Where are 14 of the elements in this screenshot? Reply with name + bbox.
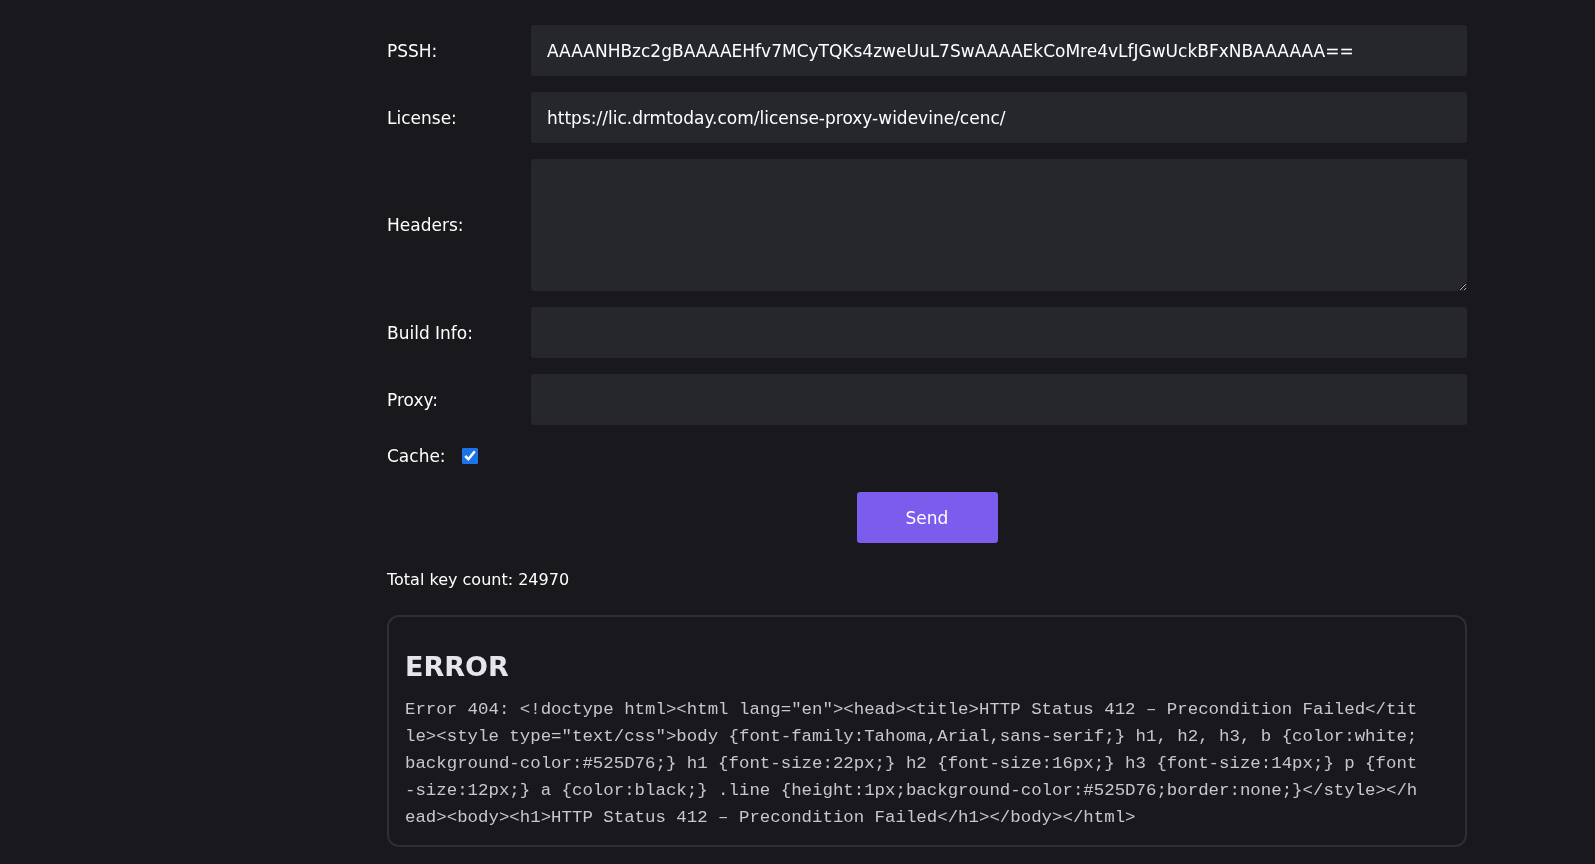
field-label: Build Info: [387, 322, 474, 343]
error-title: ERROR [405, 651, 510, 682]
field-label: Proxy: [387, 389, 440, 410]
error-message: Error 404: <!doctype html><html lang="en"><head><title>HTTP Status 412 – Precondition Failed</title><style type="text/css">body {font-family:Tahoma,Arial,sans-serif;} h1, h2, h3, b {color:white;background-color:#525D76;} h1 {font-size:22px;} h2 {font-size:16px;} h3 {font-size:14px;} p {font-size:12px;} a {color:black;} .line {height:1px;background-color:#525D76;border:none;}</style></head><body><h1>HTTP Status 412 – Precondition Failed</h1></body></html> [405, 699, 1418, 829]
input-field[interactable]: AAAANHBzc2gBAAAAEHfv7MCyTQKs4zweUuL7SwAAAAEkCoMre4vLfJGwUckBFxNBAAAAAA== [531, 25, 1467, 76]
headers-field[interactable] [531, 159, 1467, 291]
send-button[interactable]: Send [856, 492, 998, 543]
input-field[interactable]: https://lic.drmtoday.com/license-proxy-widevine/cenc/ [531, 92, 1467, 143]
field-label: Headers: [387, 215, 465, 235]
field-label: License: [387, 107, 458, 128]
key-count-text: Total key count: 24970 [387, 570, 571, 589]
cache-checkbox[interactable] [461, 448, 478, 464]
field-label: Cache: [387, 446, 446, 466]
field-label: PSSH: [387, 40, 439, 61]
